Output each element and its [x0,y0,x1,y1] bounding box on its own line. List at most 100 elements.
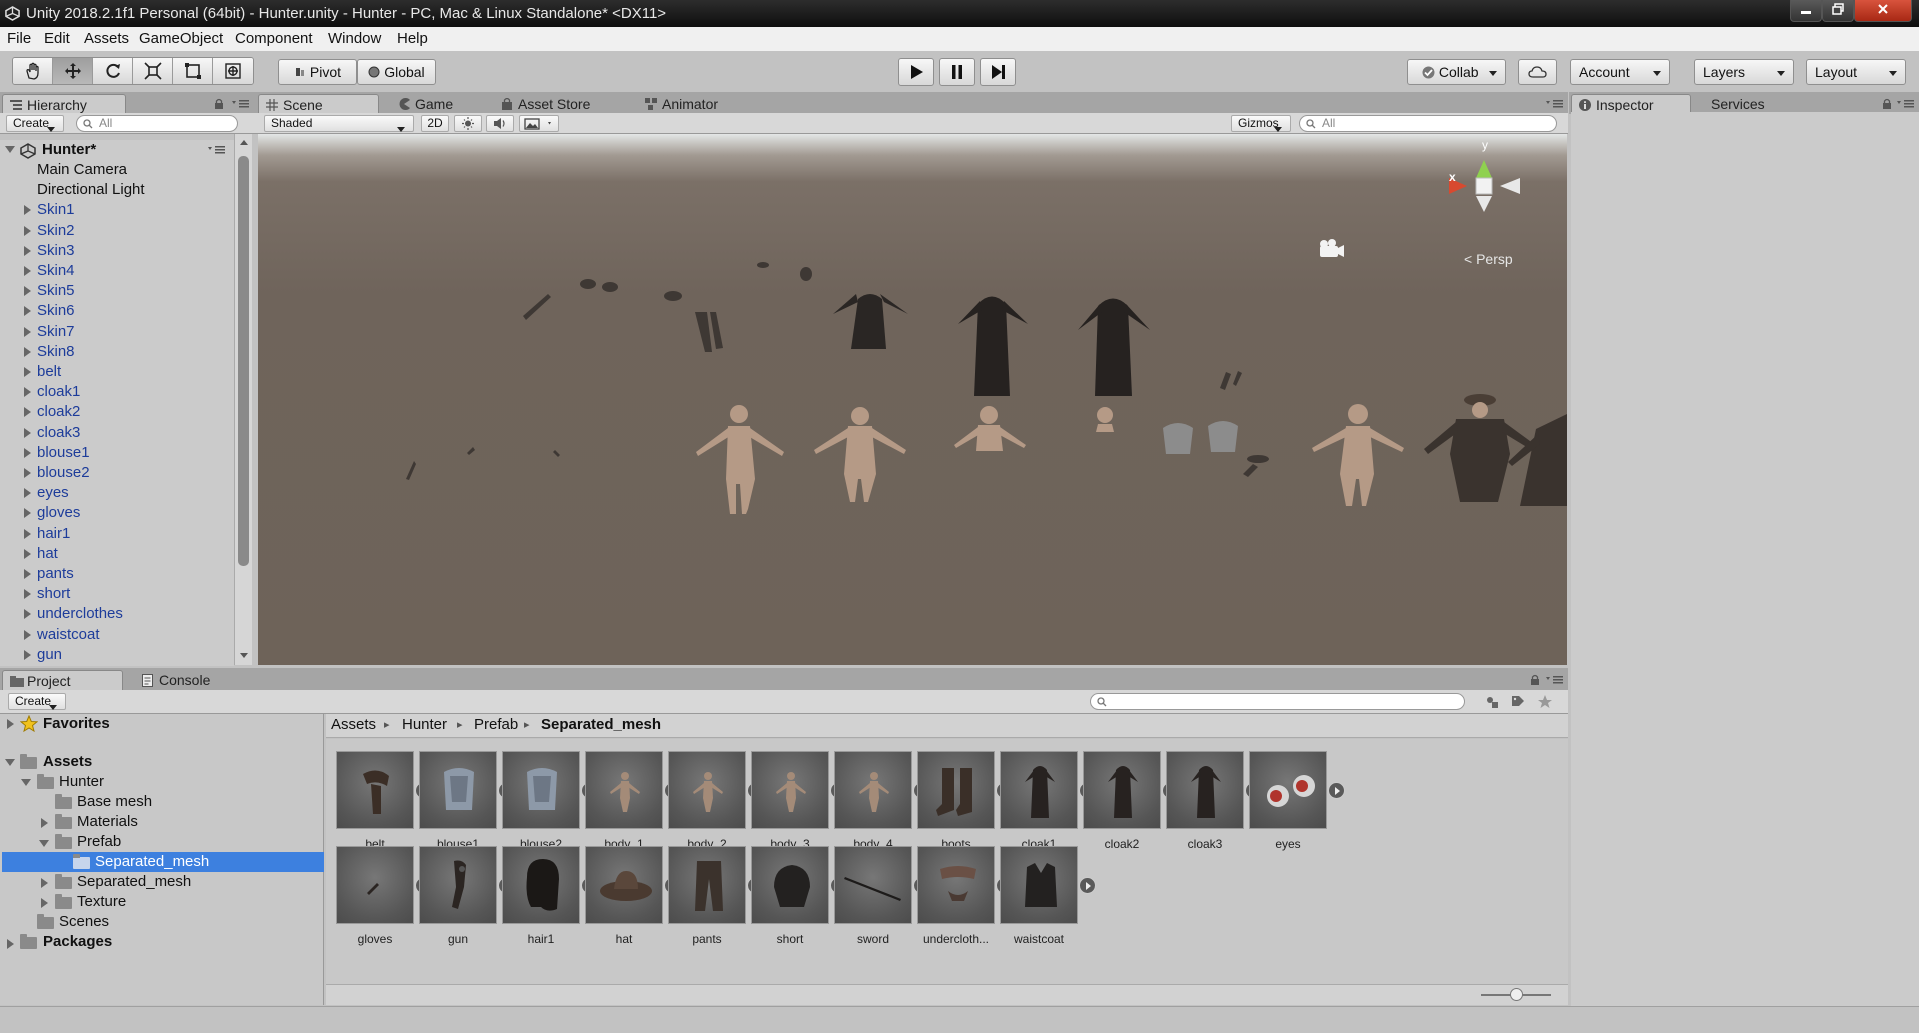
hierarchy-item[interactable]: Skin3 [37,241,75,261]
hierarchy-item[interactable]: hair1 [37,524,70,544]
asset-tile-eyes[interactable]: eyes [1239,751,1345,851]
scene-audio-toggle[interactable] [486,115,514,132]
tab-asset-store[interactable]: Asset Store [494,94,614,115]
cloud-services-button[interactable] [1518,59,1557,85]
inspector-menu-icon[interactable] [1897,99,1915,109]
rotate-tool-button[interactable] [93,58,133,84]
rect-tool-button[interactable] [173,58,213,84]
expand-arrow-icon[interactable] [24,407,31,417]
favorite-star-icon[interactable] [1537,694,1553,710]
asset-tile-short[interactable]: short [741,846,847,946]
hierarchy-item[interactable]: gloves [37,503,80,523]
expand-arrow-icon[interactable] [24,488,31,498]
tree-assets[interactable]: Assets [43,752,92,772]
scene-menu-icon[interactable] [208,145,226,155]
asset-tile-cloak2[interactable]: cloak2 [1073,751,1179,851]
maximize-window-button[interactable] [1822,0,1854,22]
asset-tile-gun[interactable]: gun [409,846,515,946]
expand-arrow-icon[interactable] [24,448,31,458]
tab-game[interactable]: Game [391,94,481,115]
hierarchy-item[interactable]: Skin4 [37,261,75,281]
asset-tile-cloak3[interactable]: cloak3 [1156,751,1262,851]
expand-arrow-icon[interactable] [24,387,31,397]
layout-dropdown[interactable]: Layout [1806,59,1906,85]
asset-tile-body_2[interactable]: body_2 [658,751,764,851]
tree-prefab[interactable]: Prefab [77,832,121,852]
asset-tile-belt[interactable]: belt [326,751,432,851]
menu-window[interactable]: Window [328,30,381,47]
menu-gameobject[interactable]: GameObject [139,30,223,47]
hierarchy-item[interactable]: hat [37,544,58,564]
tree-packages[interactable]: Packages [43,932,112,952]
inspector-lock-icon[interactable] [1882,98,1892,109]
expand-arrow-icon[interactable] [24,468,31,478]
hierarchy-scroll-thumb[interactable] [238,156,249,566]
hierarchy-item[interactable]: Skin1 [37,200,75,220]
tree-separated-mesh[interactable]: Separated_mesh [77,872,191,892]
gizmo-center-icon[interactable] [1475,177,1493,195]
hierarchy-item[interactable]: underclothes [37,604,123,624]
tab-scene[interactable]: Scene [258,94,379,115]
menu-assets[interactable]: Assets [84,30,129,47]
hierarchy-scrollbar[interactable] [234,134,252,665]
expand-arrow-icon[interactable] [24,508,31,518]
hierarchy-create-dropdown[interactable]: Create [6,115,64,132]
hierarchy-item[interactable]: Skin8 [37,342,75,362]
lock-icon[interactable] [214,98,224,109]
menu-component[interactable]: Component [235,30,313,47]
hierarchy-item[interactable]: Directional Light [37,180,145,200]
expand-arrow-icon[interactable] [41,818,48,828]
hierarchy-item[interactable]: Skin6 [37,301,75,321]
expand-arrow-icon[interactable] [24,569,31,579]
asset-tile-hat[interactable]: hat [575,846,681,946]
project-menu-icon[interactable] [1546,675,1564,685]
hierarchy-item[interactable]: Skin2 [37,221,75,241]
tree-base-mesh[interactable]: Base mesh [77,792,152,812]
gizmo-y-axis-icon[interactable] [1476,160,1492,178]
account-dropdown[interactable]: Account [1570,59,1670,85]
hierarchy-item[interactable]: short [37,584,70,604]
tab-project[interactable]: Project [2,670,123,691]
expand-arrow-icon[interactable] [24,549,31,559]
hierarchy-search-input[interactable]: All [76,115,238,132]
expand-arrow-icon[interactable] [7,939,14,949]
project-create-dropdown[interactable]: Create [8,693,66,710]
menu-file[interactable]: File [7,30,31,47]
expand-arrow-icon[interactable] [24,226,31,236]
tree-texture[interactable]: Texture [77,892,126,912]
scene-viewport[interactable]: x y < Persp [258,134,1567,665]
expand-arrow-icon[interactable] [41,878,48,888]
hierarchy-item[interactable]: waistcoat [37,625,100,645]
toggle-2d-button[interactable]: 2D [421,115,449,132]
minimize-window-button[interactable] [1790,0,1822,22]
tab-console[interactable]: Console [135,670,235,691]
hierarchy-item[interactable]: gun [37,645,62,665]
tree-hunter[interactable]: Hunter [59,772,104,792]
hierarchy-item[interactable]: sword [37,665,77,666]
expand-arrow-icon[interactable] [24,609,31,619]
hierarchy-item[interactable]: blouse2 [37,463,90,483]
tree-separated-mesh-selected[interactable]: Separated_mesh [95,852,209,872]
asset-tile-gloves[interactable]: gloves [326,846,432,946]
hierarchy-item[interactable]: cloak3 [37,423,80,443]
project-lock-icon[interactable] [1530,674,1540,685]
expand-arrow-icon[interactable] [24,205,31,215]
transform-tool-button[interactable] [213,58,253,84]
scroll-up-icon[interactable] [239,138,249,146]
hierarchy-item[interactable]: Main Camera [37,160,127,180]
collapse-arrow-icon[interactable] [21,779,31,786]
collapse-arrow-icon[interactable] [5,146,15,153]
panel-menu-icon[interactable] [232,99,250,109]
asset-tile-body_1[interactable]: body_1 [575,751,681,851]
play-button[interactable] [898,58,934,86]
collab-dropdown[interactable]: Collab [1407,59,1506,85]
global-toggle-button[interactable]: Global [357,59,436,85]
move-tool-button[interactable] [53,58,93,84]
hierarchy-item[interactable]: cloak1 [37,382,80,402]
asset-tile-undercloth[interactable]: undercloth... [907,846,1013,946]
asset-tile-waistcoat[interactable]: waistcoat [990,846,1096,946]
hierarchy-item[interactable]: Skin5 [37,281,75,301]
asset-tile-body_4[interactable]: body_4 [824,751,930,851]
expand-arrow-icon[interactable] [24,529,31,539]
breadcrumb-hunter[interactable]: Hunter [402,716,447,733]
